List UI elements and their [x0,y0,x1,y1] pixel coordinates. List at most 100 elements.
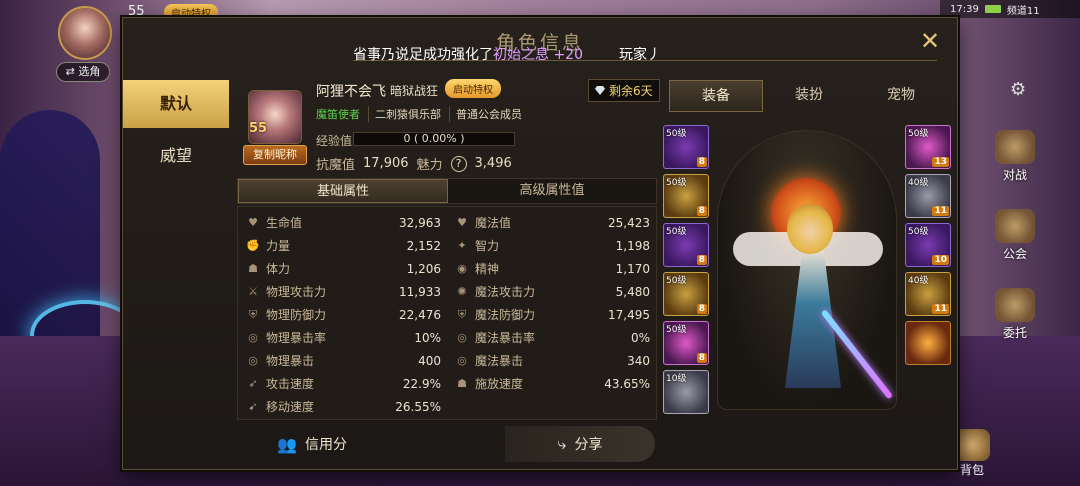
attribute-value: 5,480 [615,284,650,299]
attribute-name: 智力 [475,239,500,253]
attribute-value: 1,206 [406,261,441,276]
attribute-name: 移动速度 [266,400,315,414]
attribute-name: 物理攻击力 [266,285,327,299]
attribute-cell: ⛨ 魔法防御力 17,495 [447,306,656,323]
attribute-row: ◎ 物理暴击 400 ◎ 魔法暴击 340 [238,349,656,372]
equipment-slot[interactable]: 10级 [663,370,709,414]
tab-outfit[interactable]: 装扮 [763,80,855,112]
side-item-guild[interactable]: 公会 [990,209,1040,262]
side-item-label: 公会 [1002,247,1027,261]
equipment-slot[interactable]: 40级 11 [905,174,951,218]
equipment-slot[interactable]: 40级 11 [905,272,951,316]
attribute-value: 32,963 [399,215,441,230]
attribute-name: 体力 [266,262,291,276]
enhance-badge: 13 [932,157,949,167]
attribute-value: 22.9% [402,376,441,391]
attribute-value: 0% [630,330,650,345]
attribute-row: ☗ 体力 1,206 ◉ 精神 1,170 [238,257,656,280]
exp-bar: 0 ( 0.00% ) [353,132,515,146]
attribute-name: 生命值 [266,216,303,230]
side-item-label: 委托 [1002,326,1027,340]
credit-score-button[interactable]: 👥 信用分 [237,426,387,462]
equipment-level: 50级 [908,227,929,237]
attribute-icon: ◎ [248,330,258,344]
equipment-slot[interactable]: 50级 8 [663,223,709,267]
attribute-cell: ◎ 物理暴击率 10% [238,329,447,346]
bag-button[interactable]: 背包 [954,429,990,478]
equipment-slot[interactable]: 50级 13 [905,125,951,169]
side-item-battle[interactable]: 对战 [990,130,1040,183]
attribute-row: ♥ 生命值 32,963 ♥ 魔法值 25,423 [238,211,656,234]
privilege-badge[interactable]: 启动特权 [445,79,501,98]
player-guild-role: 普通公会成员 [449,106,522,122]
attribute-table: ♥ 生命值 32,963 ♥ 魔法值 25,423 ✊ 力量 2,152 ✦ 智力 1,198 ☗ 体力 1… [237,206,657,420]
side-menu: 对战 公会 委托 [990,130,1040,341]
equipment-level: 10级 [666,374,687,384]
close-button[interactable]: ✕ [917,28,943,54]
tab-basic-attributes[interactable]: 基础属性 [238,179,448,203]
attribute-icon: ✺ [457,284,467,298]
resist-row: 抗魔值 17,906 魅力 ? 3,496 [316,154,512,173]
equipment-slot[interactable]: 50级 8 [663,272,709,316]
hud-avatar[interactable] [58,6,112,60]
attribute-name: 力量 [266,239,291,253]
attribute-cell: ◎ 魔法暴击率 0% [447,329,656,346]
equipment-level: 50级 [666,227,687,237]
bag-label: 背包 [959,463,984,477]
enhance-badge: 8 [696,304,707,314]
enhance-badge: 8 [696,206,707,216]
enhance-badge: 10 [932,255,949,265]
status-time: 17:39 [950,3,979,15]
equipment-slot[interactable]: 50级 8 [663,174,709,218]
remaining-days-badge: 剩余6天 [588,79,660,102]
equipment-right-column: 50级 13 40级 11 50级 10 40级 11 [905,125,951,365]
guild-icon [995,209,1035,243]
tab-pet[interactable]: 宠物 [855,80,947,112]
attribute-icon: ✊ [246,238,260,252]
tab-advanced-attributes[interactable]: 高级属性值 [448,179,656,203]
battery-icon [984,5,1001,13]
attribute-name: 施放速度 [475,377,524,391]
attribute-value: 10% [414,330,441,345]
attribute-name: 物理暴击率 [266,331,327,345]
attribute-cell: ✦ 智力 1,198 [447,237,656,254]
help-icon[interactable]: ? [450,155,467,172]
attribute-value: 400 [418,353,441,368]
attribute-name: 精神 [475,262,500,276]
attribute-cell: ✺ 魔法攻击力 5,480 [447,283,656,300]
attribute-cell: ☗ 体力 1,206 [238,260,447,277]
attribute-cell: ♥ 魔法值 25,423 [447,214,656,231]
attribute-cell: ◎ 物理暴击 400 [238,352,447,369]
attribute-cell: ◉ 精神 1,170 [447,260,656,277]
equipment-tabs: 装备 装扮 宠物 [669,80,947,112]
equipment-slot[interactable]: 50级 10 [905,223,951,267]
equipment-level: 50级 [666,129,687,139]
attribute-name: 魔法暴击率 [475,331,536,345]
player-meta: 魔笛使者 二刺猿俱乐部 普通公会成员 [316,106,522,122]
settings-gear-icon[interactable]: ⚙ [1010,80,1030,100]
enhance-badge: 8 [696,157,707,167]
remaining-days: 剩余6天 [609,84,653,98]
tab-default[interactable]: 默认 [123,80,229,128]
exp-label: 经验值 [316,134,353,148]
attribute-row: ◎ 物理暴击率 10% ◎ 魔法暴击率 0% [238,326,656,349]
attribute-name: 魔法攻击力 [475,285,536,299]
equipment-slot[interactable] [905,321,951,365]
side-item-label: 对战 [1002,168,1027,182]
share-button[interactable]: ⤷ 分享 [505,426,655,462]
copy-name-button[interactable]: 复制昵称 [243,145,307,165]
attribute-value: 1,198 [615,238,650,253]
tab-prestige[interactable]: 威望 [123,132,229,180]
switch-role-button[interactable]: ⇄ 选角 [56,62,110,82]
status-bar: 17:39 频道11 [940,0,1080,18]
resist-label: 抗魔值 [316,158,356,173]
equipment-slot[interactable]: 50级 8 [663,321,709,365]
side-item-commission[interactable]: 委托 [990,288,1040,341]
character-info-panel: 角色信息 省事乃说足成功强化了初始之息 +20 玩家丿 ✕ 默认 威望 55 复… [122,17,958,470]
share-icon: ⤷ [557,434,567,453]
equipment-level: 50级 [908,129,929,139]
people-icon: 👥 [277,434,297,454]
enhance-badge: 8 [696,255,707,265]
equipment-slot[interactable]: 50级 8 [663,125,709,169]
tab-equipment[interactable]: 装备 [669,80,763,112]
